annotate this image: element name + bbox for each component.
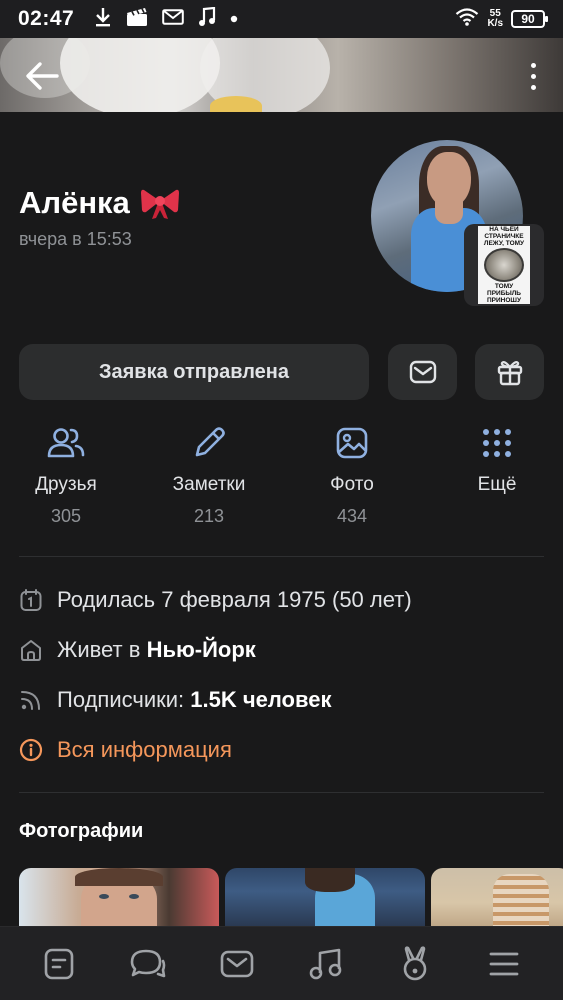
last-seen: вчера в 15:53 — [19, 229, 132, 249]
divider — [19, 792, 544, 793]
battery-icon: 90 — [511, 10, 548, 28]
nav-menu[interactable] — [479, 939, 529, 989]
divider — [19, 556, 544, 557]
photos-strip — [19, 868, 563, 926]
info-icon — [19, 738, 43, 762]
music-note-icon — [309, 948, 342, 979]
status-right: 55 K/s 90 — [455, 7, 548, 31]
download-icon — [94, 7, 112, 32]
info-birthday: Родилась 7 февраля 1975 (50 лет) — [19, 587, 412, 613]
birthday-text: Родилась 7 февраля 1975 (50 лет) — [57, 587, 412, 612]
calendar-icon — [19, 588, 43, 612]
nav-newsfeed[interactable] — [34, 939, 84, 989]
status-icons — [94, 6, 238, 32]
mail-icon — [409, 360, 436, 384]
status-bar: 02:47 55 K/s 90 — [0, 0, 563, 38]
counter-label: Заметки — [172, 474, 246, 495]
avatar-sticker: НА ЧЬЕЙ СТРАНИЧКЕ ЛЕЖУ, ТОМУ ТОМУ ПРИБЫЛ… — [464, 224, 544, 306]
counter-friends[interactable]: Друзья 305 — [0, 420, 136, 527]
users-icon — [47, 428, 85, 458]
wifi-icon — [455, 7, 479, 31]
clapperboard-icon — [126, 7, 148, 32]
photos-section-title[interactable]: Фотографии — [19, 820, 143, 843]
city-prefix: Живет в — [57, 637, 141, 662]
counter-value: 213 — [193, 506, 225, 526]
pencil-icon — [195, 427, 225, 457]
bunny-icon — [403, 945, 427, 980]
message-button[interactable] — [388, 344, 457, 400]
network-speed-unit: K/s — [487, 18, 503, 29]
followers-count: 1.5K человек — [190, 687, 332, 712]
music-note-icon — [198, 6, 216, 32]
home-icon — [19, 638, 43, 662]
mail-icon — [162, 8, 185, 30]
mail-icon — [220, 950, 254, 977]
counter-notes[interactable]: Заметки 213 — [139, 420, 279, 527]
battery-level: 90 — [521, 12, 535, 26]
status-time: 02:47 — [18, 7, 75, 30]
image-icon — [336, 427, 368, 459]
info-followers[interactable]: Подписчики: 1.5K человек — [19, 687, 331, 713]
back-button[interactable] — [24, 58, 60, 94]
network-speed: 55 K/s — [487, 9, 503, 29]
counter-label: Фото — [330, 474, 374, 495]
arrow-left-icon — [26, 62, 59, 90]
counter-photos[interactable]: Фото 434 — [282, 420, 422, 527]
gift-button[interactable] — [475, 344, 544, 400]
gift-icon — [497, 361, 522, 386]
counter-value: 305 — [50, 506, 82, 526]
bow-icon — [140, 186, 180, 220]
newsfeed-icon — [44, 948, 73, 979]
profile-cover — [0, 38, 563, 112]
info-city: Живет в Нью-Йорк — [19, 637, 256, 663]
counter-value: 434 — [336, 506, 368, 526]
city-name[interactable]: Нью-Йорк — [147, 637, 256, 662]
chat-bubbles-icon — [130, 949, 166, 977]
followers-prefix: Подписчики: — [57, 687, 185, 712]
rss-icon — [19, 688, 43, 712]
photo-thumbnail[interactable] — [431, 868, 563, 926]
profile-name-text: Алёнка — [19, 185, 130, 220]
coin-icon — [484, 248, 524, 282]
counter-more[interactable]: Ещё — [427, 420, 563, 506]
nav-clips[interactable] — [390, 939, 440, 989]
photo-thumbnail[interactable] — [225, 868, 425, 926]
profile-name: Алёнка — [19, 185, 180, 221]
nav-music[interactable] — [301, 939, 351, 989]
bottom-navigation — [0, 926, 563, 1000]
grid-dots-icon — [483, 429, 511, 457]
all-info-label: Вся информация — [57, 737, 232, 762]
photo-thumbnail[interactable] — [19, 868, 219, 926]
nav-mail[interactable] — [212, 939, 262, 989]
dot-icon — [230, 10, 238, 28]
counter-label: Друзья — [35, 474, 97, 495]
more-vertical-icon[interactable] — [525, 56, 541, 96]
hamburger-menu-icon — [489, 952, 519, 975]
all-info-link[interactable]: Вся информация — [19, 737, 232, 763]
nav-messenger[interactable] — [123, 939, 173, 989]
sticker-bottom-text: ТОМУ ПРИБЫЛЬ ПРИНОШУ — [486, 283, 521, 304]
profile-counters: Друзья 305 Заметки 213 Фото 434 Ещё — [0, 420, 563, 535]
counter-label: Ещё — [477, 474, 517, 495]
sticker-top-text: НА ЧЬЕЙ СТРАНИЧКЕ ЛЕЖУ, ТОМУ — [483, 226, 525, 247]
request-sent-button[interactable]: Заявка отправлена — [19, 344, 369, 400]
